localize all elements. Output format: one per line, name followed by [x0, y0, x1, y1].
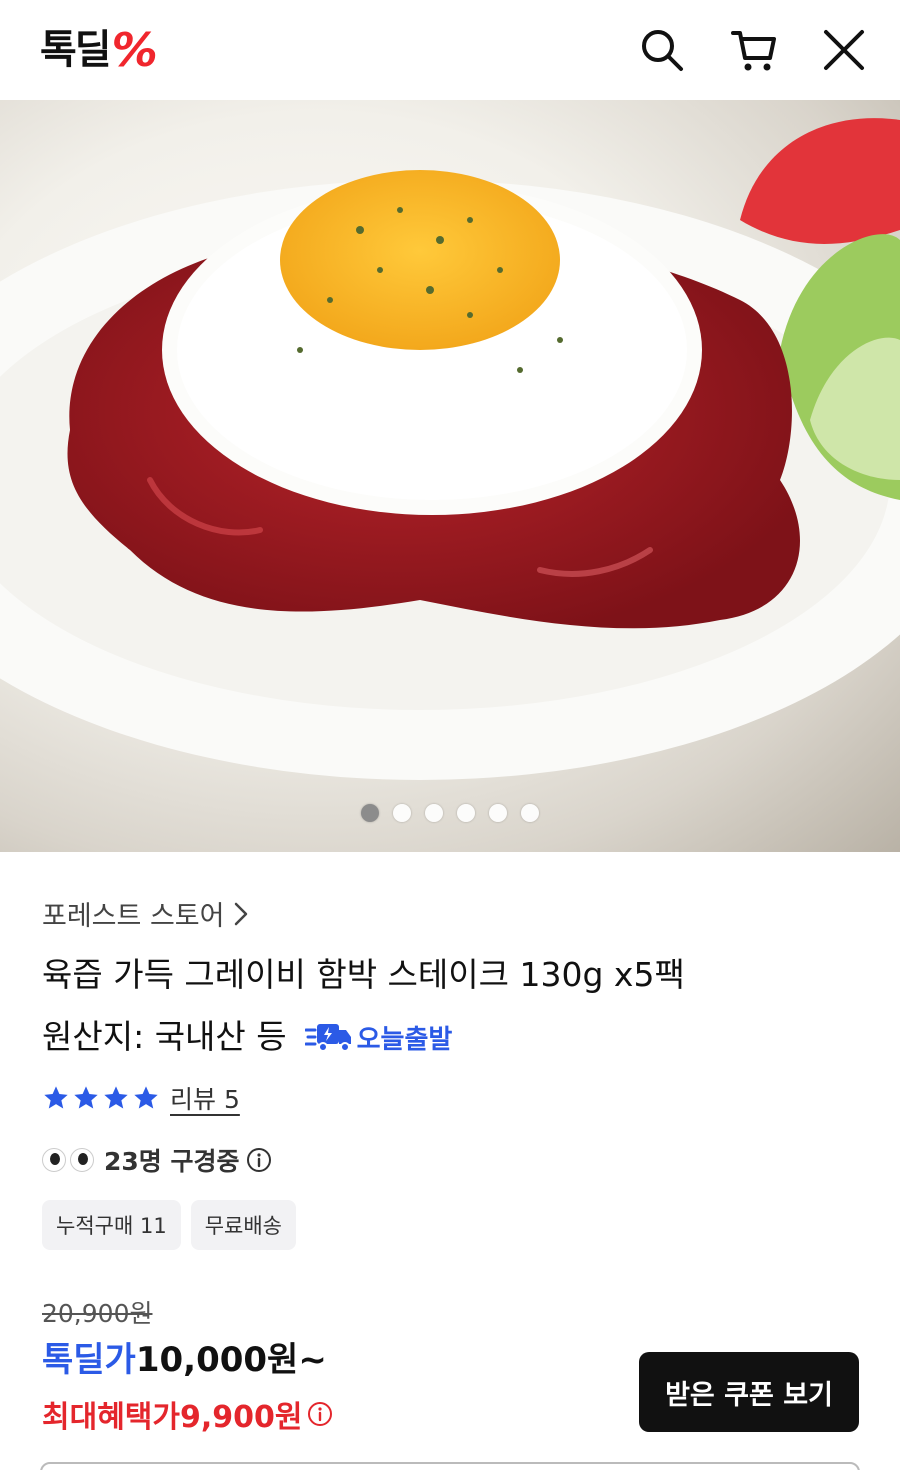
origin-row: 원산지: 국내산 등 오늘출발 — [42, 1012, 452, 1062]
star-rating — [42, 1084, 160, 1112]
cart-icon — [731, 31, 776, 71]
product-image-gallery[interactable] — [0, 100, 900, 852]
close-button[interactable] — [818, 24, 870, 76]
product-photo — [0, 118, 900, 780]
star-icon — [134, 1086, 158, 1109]
eyes-icon — [42, 1148, 94, 1172]
search-button[interactable] — [636, 24, 688, 76]
product-tags: 누적구매 11 무료배송 — [42, 1200, 296, 1250]
same-day-shipping-badge: 오늘출발 — [304, 1019, 453, 1056]
gallery-pagination — [0, 804, 900, 822]
view-coupons-button[interactable]: 받은 쿠폰 보기 — [639, 1352, 859, 1432]
top-header: 톡딜 % — [0, 0, 900, 100]
viewers-row: 23명 구경중 — [42, 1142, 272, 1178]
deal-price: 10,000원~ — [135, 1340, 327, 1380]
deal-price-label: 톡딜가 — [42, 1340, 136, 1380]
max-benefit-label: 최대혜택가 — [42, 1400, 180, 1435]
gallery-dot-3[interactable] — [425, 804, 443, 822]
search-icon — [642, 30, 683, 71]
logo-percent-mark: % — [111, 23, 158, 77]
max-benefit-price: 9,900원 — [180, 1400, 303, 1435]
original-price: 20,900원 — [42, 1299, 153, 1328]
logo[interactable]: 톡딜 % — [40, 22, 158, 78]
star-icon — [104, 1086, 128, 1109]
info-icon[interactable] — [307, 1401, 333, 1427]
max-benefit-row: 최대혜택가 9,900원 — [42, 1392, 333, 1436]
info-icon[interactable] — [246, 1147, 272, 1173]
gallery-dot-2[interactable] — [393, 804, 411, 822]
same-day-shipping-label: 오늘출발 — [356, 1024, 453, 1055]
gallery-dot-5[interactable] — [489, 804, 507, 822]
viewers-count: 23명 구경중 — [104, 1147, 240, 1176]
chevron-right-icon — [235, 902, 248, 925]
tag-free-shipping: 무료배송 — [190, 1200, 296, 1250]
star-icon — [44, 1086, 68, 1109]
gallery-dot-6[interactable] — [521, 804, 539, 822]
review-link[interactable]: 리뷰 5 — [170, 1080, 240, 1116]
gallery-dot-1[interactable] — [361, 804, 379, 822]
store-name: 포레스트 스토어 — [42, 901, 225, 932]
tag-cumulative-purchases: 누적구매 11 — [42, 1200, 181, 1250]
deal-price-row: 톡딜가 10,000원~ — [42, 1332, 327, 1381]
product-title: 육즙 가득 그레이비 함박 스테이크 130g x5팩 — [42, 955, 685, 994]
close-icon — [824, 30, 864, 70]
star-icon — [74, 1086, 98, 1109]
delivery-truck-icon — [304, 1024, 351, 1052]
cart-button[interactable] — [728, 24, 780, 76]
store-link[interactable]: 포레스트 스토어 — [42, 894, 250, 933]
gallery-dot-4[interactable] — [457, 804, 475, 822]
product-origin: 원산지: 국내산 등 — [42, 1017, 287, 1056]
logo-text: 톡딜 — [40, 27, 112, 73]
rating-row[interactable]: 리뷰 5 — [42, 1080, 240, 1116]
next-section-edge — [40, 1462, 860, 1470]
